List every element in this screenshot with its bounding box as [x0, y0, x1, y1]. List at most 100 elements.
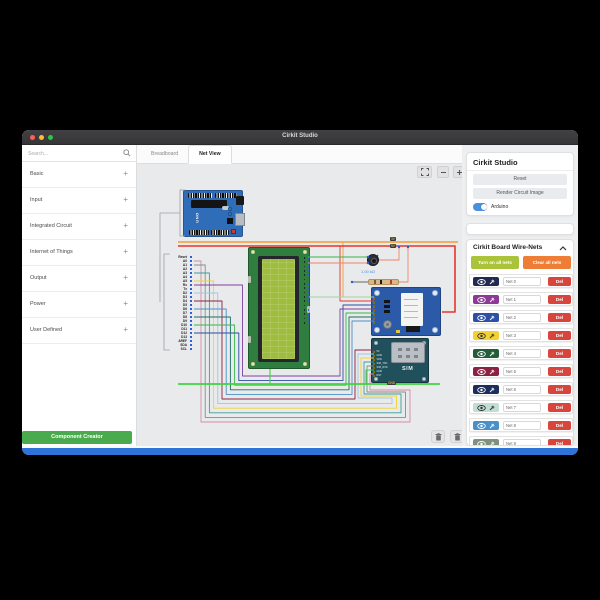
eye-icon[interactable] [476, 350, 486, 357]
pin-connector[interactable] [190, 331, 193, 334]
pin-connector[interactable] [190, 311, 193, 314]
sidebar-item-power[interactable]: Power + [22, 292, 136, 318]
expand-plus-icon[interactable]: + [123, 325, 128, 334]
net-name-field[interactable]: Net 7 [503, 403, 541, 412]
expand-plus-icon[interactable]: + [123, 221, 128, 230]
expand-plus-icon[interactable]: + [123, 169, 128, 178]
pin-connector[interactable] [190, 267, 193, 270]
net-name-field[interactable]: Net 6 [503, 385, 541, 394]
expand-plus-icon[interactable]: + [123, 273, 128, 282]
zoom-in-button[interactable] [453, 166, 462, 178]
circuit-canvas[interactable]: UNO Reset A0 A1 A2 A3 A4 A5 Rx Tx D2 D3 D4 D5 D6 D7 D8 D… [137, 164, 462, 447]
net-name-field[interactable]: Net 1 [503, 295, 541, 304]
lcd-pin-connector[interactable] [307, 265, 310, 268]
sim-pin[interactable] [372, 366, 375, 370]
color-picker-icon[interactable] [489, 350, 495, 357]
net-color-pill[interactable] [473, 313, 499, 322]
lcd-pin-connector[interactable] [307, 274, 310, 277]
pin-connector[interactable] [190, 291, 193, 294]
lcd-pin-connector[interactable] [307, 278, 310, 281]
net-color-pill[interactable] [473, 439, 499, 445]
sidebar-item-internet-of-things[interactable]: Internet of Things + [22, 240, 136, 266]
pin-connector[interactable] [190, 327, 193, 330]
sidebar-item-output[interactable]: Output + [22, 266, 136, 292]
net-name-field[interactable]: Net 8 [503, 421, 541, 430]
net-color-pill[interactable] [473, 295, 499, 304]
pin-connector[interactable] [190, 299, 193, 302]
pin-connector[interactable] [190, 315, 193, 318]
search-input[interactable] [26, 147, 120, 160]
pin-connector[interactable] [190, 271, 193, 274]
sim-pin[interactable] [372, 374, 375, 378]
pin-connector[interactable] [190, 303, 193, 306]
pin-connector[interactable] [190, 275, 193, 278]
gsm-module[interactable] [371, 287, 441, 336]
tab-breadboard[interactable]: Breadboard [141, 146, 188, 163]
lcd-pin-connector[interactable] [307, 287, 310, 290]
pin-connector[interactable] [190, 255, 193, 258]
lcd-pin-connector[interactable] [307, 261, 310, 264]
tab-net-view[interactable]: Net View [188, 145, 232, 164]
net-color-pill[interactable] [473, 421, 499, 430]
pin-connector[interactable] [190, 339, 193, 342]
sidebar-item-user-defined[interactable]: User Defined + [22, 318, 136, 344]
lcd-pin-connector[interactable] [307, 291, 310, 294]
net-delete-button[interactable]: Del [548, 385, 571, 394]
pin-connector[interactable] [190, 323, 193, 326]
clear-canvas-button[interactable] [450, 430, 462, 443]
pin-connector[interactable] [190, 263, 193, 266]
eye-icon[interactable] [476, 422, 486, 429]
net-delete-button[interactable]: Del [548, 367, 571, 376]
sidebar-item-basic[interactable]: Basic + [22, 162, 136, 188]
clear-all-nets-button[interactable]: Clear all nets [523, 256, 571, 269]
lcd-pin-connector[interactable] [307, 308, 310, 311]
pin-connector[interactable] [190, 295, 193, 298]
eye-icon[interactable] [476, 314, 486, 321]
delete-selection-button[interactable] [431, 430, 445, 443]
wire-junction-dot[interactable] [397, 245, 401, 249]
color-picker-icon[interactable] [489, 278, 495, 285]
color-picker-icon[interactable] [489, 332, 495, 339]
wire-junction-dot[interactable] [406, 245, 410, 249]
pin-connector[interactable] [190, 279, 193, 282]
net-delete-button[interactable]: Del [548, 277, 571, 286]
buzzer[interactable]: + [367, 254, 379, 266]
gsm-pin[interactable] [372, 297, 375, 300]
gsm-pin[interactable] [372, 313, 375, 316]
lcd-pin-connector[interactable] [307, 269, 310, 272]
net-color-pill[interactable] [473, 385, 499, 394]
color-picker-icon[interactable] [489, 422, 495, 429]
net-color-pill[interactable] [473, 349, 499, 358]
reset-button[interactable]: Reset [473, 174, 567, 185]
wire-junction-dot[interactable] [350, 280, 354, 284]
lcd-pin-connector[interactable] [307, 304, 310, 307]
eye-icon[interactable] [476, 404, 486, 411]
eye-icon[interactable] [476, 368, 486, 375]
color-picker-icon[interactable] [489, 386, 495, 393]
lcd-pin-connector[interactable] [307, 282, 310, 285]
lcd-pin-connector[interactable] [307, 300, 310, 303]
net-name-field[interactable]: Net 2 [503, 313, 541, 322]
net-delete-button[interactable]: Del [548, 295, 571, 304]
wire[interactable] [399, 247, 409, 283]
sim-pin[interactable] [372, 354, 375, 358]
net-delete-button[interactable]: Del [548, 439, 571, 445]
lcd-16x2-display[interactable] [248, 247, 310, 369]
color-picker-icon[interactable] [489, 368, 495, 375]
expand-plus-icon[interactable]: + [123, 299, 128, 308]
lcd-pin-connector[interactable] [307, 313, 310, 316]
sidebar-item-input[interactable]: Input + [22, 188, 136, 214]
arduino-toggle[interactable] [473, 203, 487, 211]
zoom-out-button[interactable] [437, 166, 449, 178]
pin-connector[interactable] [190, 287, 193, 290]
sim-pin[interactable] [372, 370, 375, 374]
lcd-pin-connector[interactable] [307, 317, 310, 320]
net-color-pill[interactable] [473, 277, 499, 286]
render-circuit-image-button[interactable]: Render Circuit Image [473, 188, 567, 199]
component-creator-button[interactable]: Component Creator [22, 431, 132, 444]
wire[interactable] [379, 247, 400, 261]
gsm-pin[interactable] [372, 301, 375, 304]
net-name-field[interactable]: Net 3 [503, 331, 541, 340]
color-picker-icon[interactable] [489, 314, 495, 321]
pin-connector[interactable] [190, 259, 193, 262]
